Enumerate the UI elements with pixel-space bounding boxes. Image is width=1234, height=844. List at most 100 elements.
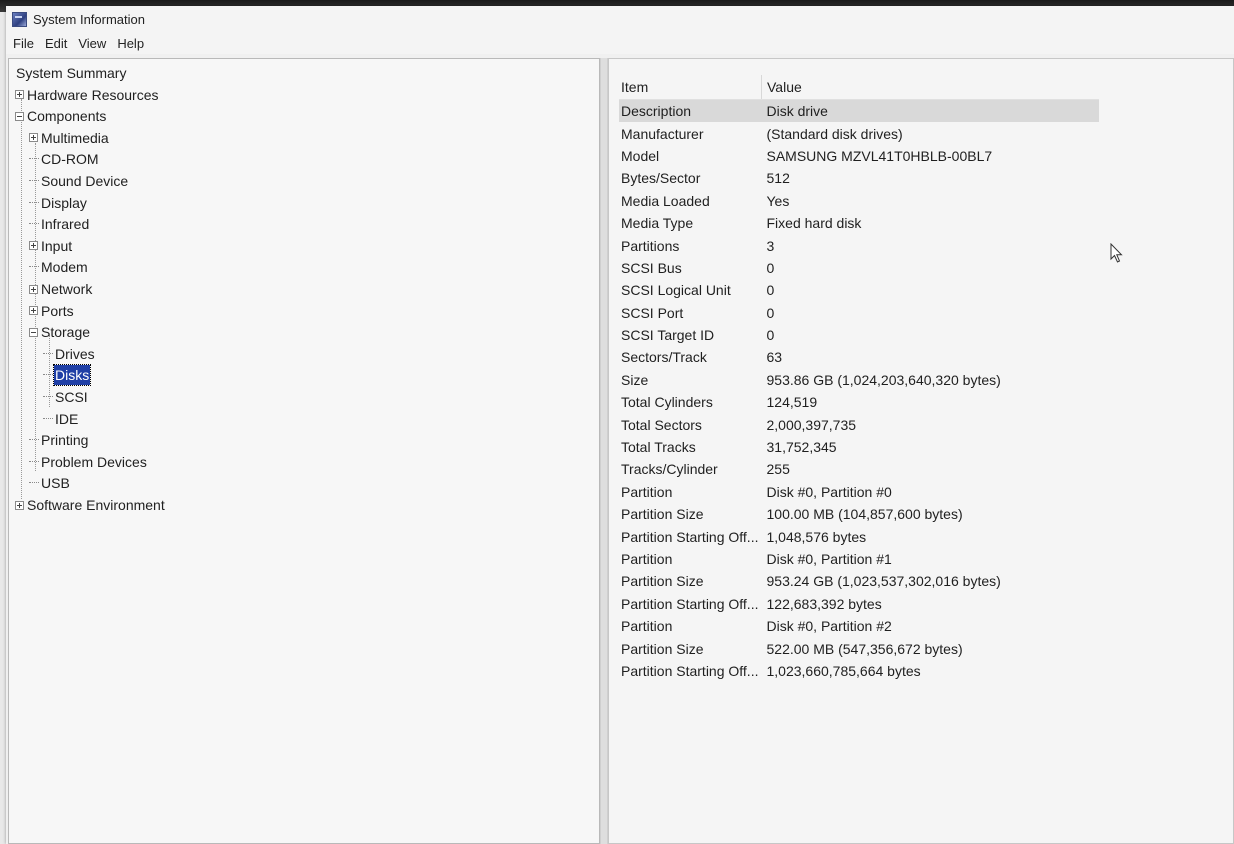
cell-value: 0 bbox=[766, 282, 775, 299]
expand-icon[interactable] bbox=[29, 133, 38, 143]
tree-node-label[interactable]: Components bbox=[26, 106, 107, 126]
table-row[interactable]: Total Sectors 2,000,397,735 bbox=[619, 413, 1099, 435]
tree-node-network[interactable]: Network bbox=[29, 279, 93, 299]
tree-node-usb[interactable]: USB bbox=[29, 473, 71, 493]
table-row[interactable]: SCSI Port 0 bbox=[619, 302, 1099, 324]
tree-node-ports[interactable]: Ports bbox=[29, 301, 75, 321]
tree-node-cd-rom[interactable]: CD-ROM bbox=[29, 149, 100, 169]
cell-value: 2,000,397,735 bbox=[766, 416, 857, 433]
expand-icon[interactable] bbox=[29, 284, 38, 294]
tree-node-label[interactable]: Display bbox=[40, 193, 88, 213]
cell-value: Disk drive bbox=[761, 99, 1099, 123]
tree-node-display[interactable]: Display bbox=[29, 193, 88, 213]
tree-node-label[interactable]: Hardware Resources bbox=[26, 85, 160, 105]
tree-node-scsi[interactable]: SCSI bbox=[43, 387, 89, 407]
table-row[interactable]: Bytes/Sector 512 bbox=[619, 167, 1099, 189]
tree-connector bbox=[43, 396, 53, 398]
table-row[interactable]: Partition Size 953.24 GB (1,023,537,302,0… bbox=[619, 570, 1099, 592]
table-row[interactable]: Partition Disk #0, Partition #1 bbox=[619, 548, 1099, 570]
menu-edit[interactable]: Edit bbox=[44, 35, 68, 52]
tree-connector bbox=[29, 266, 39, 268]
tree-connector bbox=[29, 439, 39, 441]
collapse-icon[interactable] bbox=[29, 327, 38, 337]
tree-node-label[interactable]: Modem bbox=[40, 257, 89, 277]
cell-item: Size bbox=[621, 371, 649, 388]
tree-node-ide[interactable]: IDE bbox=[43, 409, 79, 429]
cell-value: 953.24 GB (1,023,537,302,016 bytes) bbox=[766, 573, 1001, 590]
tree-node-problem-devices[interactable]: Problem Devices bbox=[29, 452, 148, 472]
tree-node-printing[interactable]: Printing bbox=[29, 430, 89, 450]
table-row[interactable]: Partition Size 522.00 MB (547,356,672 byt… bbox=[619, 637, 1099, 659]
tree-node-infrared[interactable]: Infrared bbox=[29, 214, 90, 234]
table-row[interactable]: Tracks/Cylinder 255 bbox=[619, 458, 1099, 480]
table-row[interactable]: Model SAMSUNG MZVL41T0HBLB-00BL7 bbox=[619, 145, 1099, 167]
tree-node-label[interactable]: System Summary bbox=[15, 63, 127, 83]
tree-node-label[interactable]: Software Environment bbox=[26, 495, 166, 515]
table-row[interactable]: Sectors/Track 63 bbox=[619, 346, 1099, 368]
tree-node-drives[interactable]: Drives bbox=[43, 344, 96, 364]
tree-node-label[interactable]: Storage bbox=[40, 322, 91, 342]
tree-node-label[interactable]: Printing bbox=[40, 430, 89, 450]
table-row[interactable]: Description Disk drive bbox=[619, 99, 1099, 123]
column-header-value[interactable]: Value bbox=[761, 75, 1099, 100]
table-row[interactable]: SCSI Target ID 0 bbox=[619, 324, 1099, 346]
tree-node-multimedia[interactable]: Multimedia bbox=[29, 128, 110, 148]
tree-node-label[interactable]: Input bbox=[40, 236, 73, 256]
expand-icon[interactable] bbox=[29, 306, 38, 316]
table-row[interactable]: SCSI Logical Unit 0 bbox=[619, 279, 1099, 301]
table-row[interactable]: Total Cylinders 124,519 bbox=[619, 391, 1099, 413]
expand-icon[interactable] bbox=[29, 241, 38, 251]
tree-node-label[interactable]: Sound Device bbox=[40, 171, 129, 191]
expand-icon[interactable] bbox=[15, 500, 24, 510]
tree-connector bbox=[29, 201, 39, 204]
tree-node-label[interactable]: SCSI bbox=[54, 387, 89, 407]
table-row[interactable]: Partitions 3 bbox=[619, 234, 1099, 256]
cell-value: 0 bbox=[766, 259, 775, 276]
tree-node-disks[interactable]: Disks bbox=[43, 364, 92, 387]
tree-node-label[interactable]: Infrared bbox=[40, 214, 90, 234]
table-row[interactable]: Partition Starting Off... 122,683,392 byt… bbox=[619, 593, 1099, 615]
tree-node-label[interactable]: Ports bbox=[40, 301, 75, 321]
tree-node-label[interactable]: IDE bbox=[54, 409, 79, 429]
cell-value: 953.86 GB (1,024,203,640,320 bytes) bbox=[766, 371, 1001, 388]
column-header-item[interactable]: Item bbox=[619, 75, 762, 100]
tree-node-hardware-resources[interactable]: Hardware Resources bbox=[15, 85, 160, 105]
tree-node-label[interactable]: Multimedia bbox=[40, 128, 110, 148]
tree-node-label[interactable]: Drives bbox=[54, 344, 96, 364]
tree-node-storage[interactable]: Storage bbox=[29, 322, 91, 342]
tree-connector bbox=[43, 352, 53, 355]
title-bar[interactable]: System Information bbox=[6, 6, 1234, 32]
table-row[interactable]: Media Type Fixed hard disk bbox=[619, 212, 1099, 234]
table-row[interactable]: Partition Disk #0, Partition #2 bbox=[619, 615, 1099, 637]
menu-file[interactable]: File bbox=[12, 35, 35, 52]
table-row[interactable]: Partition Starting Off... 1,023,660,785,6… bbox=[619, 660, 1099, 682]
table-row[interactable]: Manufacturer (Standard disk drives) bbox=[619, 122, 1099, 144]
collapse-icon[interactable] bbox=[15, 111, 24, 121]
table-row[interactable]: Total Tracks 31,752,345 bbox=[619, 436, 1099, 458]
tree-node-input[interactable]: Input bbox=[29, 236, 73, 256]
table-row[interactable]: Partition Starting Off... 1,048,576 bytes bbox=[619, 525, 1099, 547]
menu-help[interactable]: Help bbox=[116, 35, 145, 52]
tree-node-software-environment[interactable]: Software Environment bbox=[15, 495, 166, 515]
category-tree[interactable]: System Summary Hardware Resources Componen… bbox=[8, 58, 600, 844]
tree-node-sound-device[interactable]: Sound Device bbox=[29, 171, 129, 191]
pane-splitter[interactable] bbox=[600, 58, 608, 844]
tree-node-system-summary[interactable]: System Summary bbox=[15, 63, 127, 83]
details-table: Item Value Description Disk drive Manufact… bbox=[619, 75, 1099, 682]
tree-node-modem[interactable]: Modem bbox=[29, 257, 89, 277]
table-row[interactable]: Media Loaded Yes bbox=[619, 190, 1099, 212]
tree-connector bbox=[43, 417, 53, 420]
tree-node-label[interactable]: CD-ROM bbox=[40, 149, 100, 169]
cell-item: Partitions bbox=[621, 237, 680, 254]
tree-node-label[interactable]: USB bbox=[40, 473, 71, 493]
table-row[interactable]: SCSI Bus 0 bbox=[619, 257, 1099, 279]
tree-node-label[interactable]: Problem Devices bbox=[40, 452, 148, 472]
menu-view[interactable]: View bbox=[77, 35, 107, 52]
tree-node-label[interactable]: Network bbox=[40, 279, 93, 299]
table-row[interactable]: Size 953.86 GB (1,024,203,640,320 bytes) bbox=[619, 369, 1099, 391]
tree-node-components[interactable]: Components bbox=[15, 106, 107, 126]
table-row[interactable]: Partition Size 100.00 MB (104,857,600 byt… bbox=[619, 503, 1099, 525]
table-row[interactable]: Partition Disk #0, Partition #0 bbox=[619, 481, 1099, 503]
expand-icon[interactable] bbox=[15, 90, 24, 100]
tree-node-label[interactable]: Disks bbox=[52, 364, 92, 387]
